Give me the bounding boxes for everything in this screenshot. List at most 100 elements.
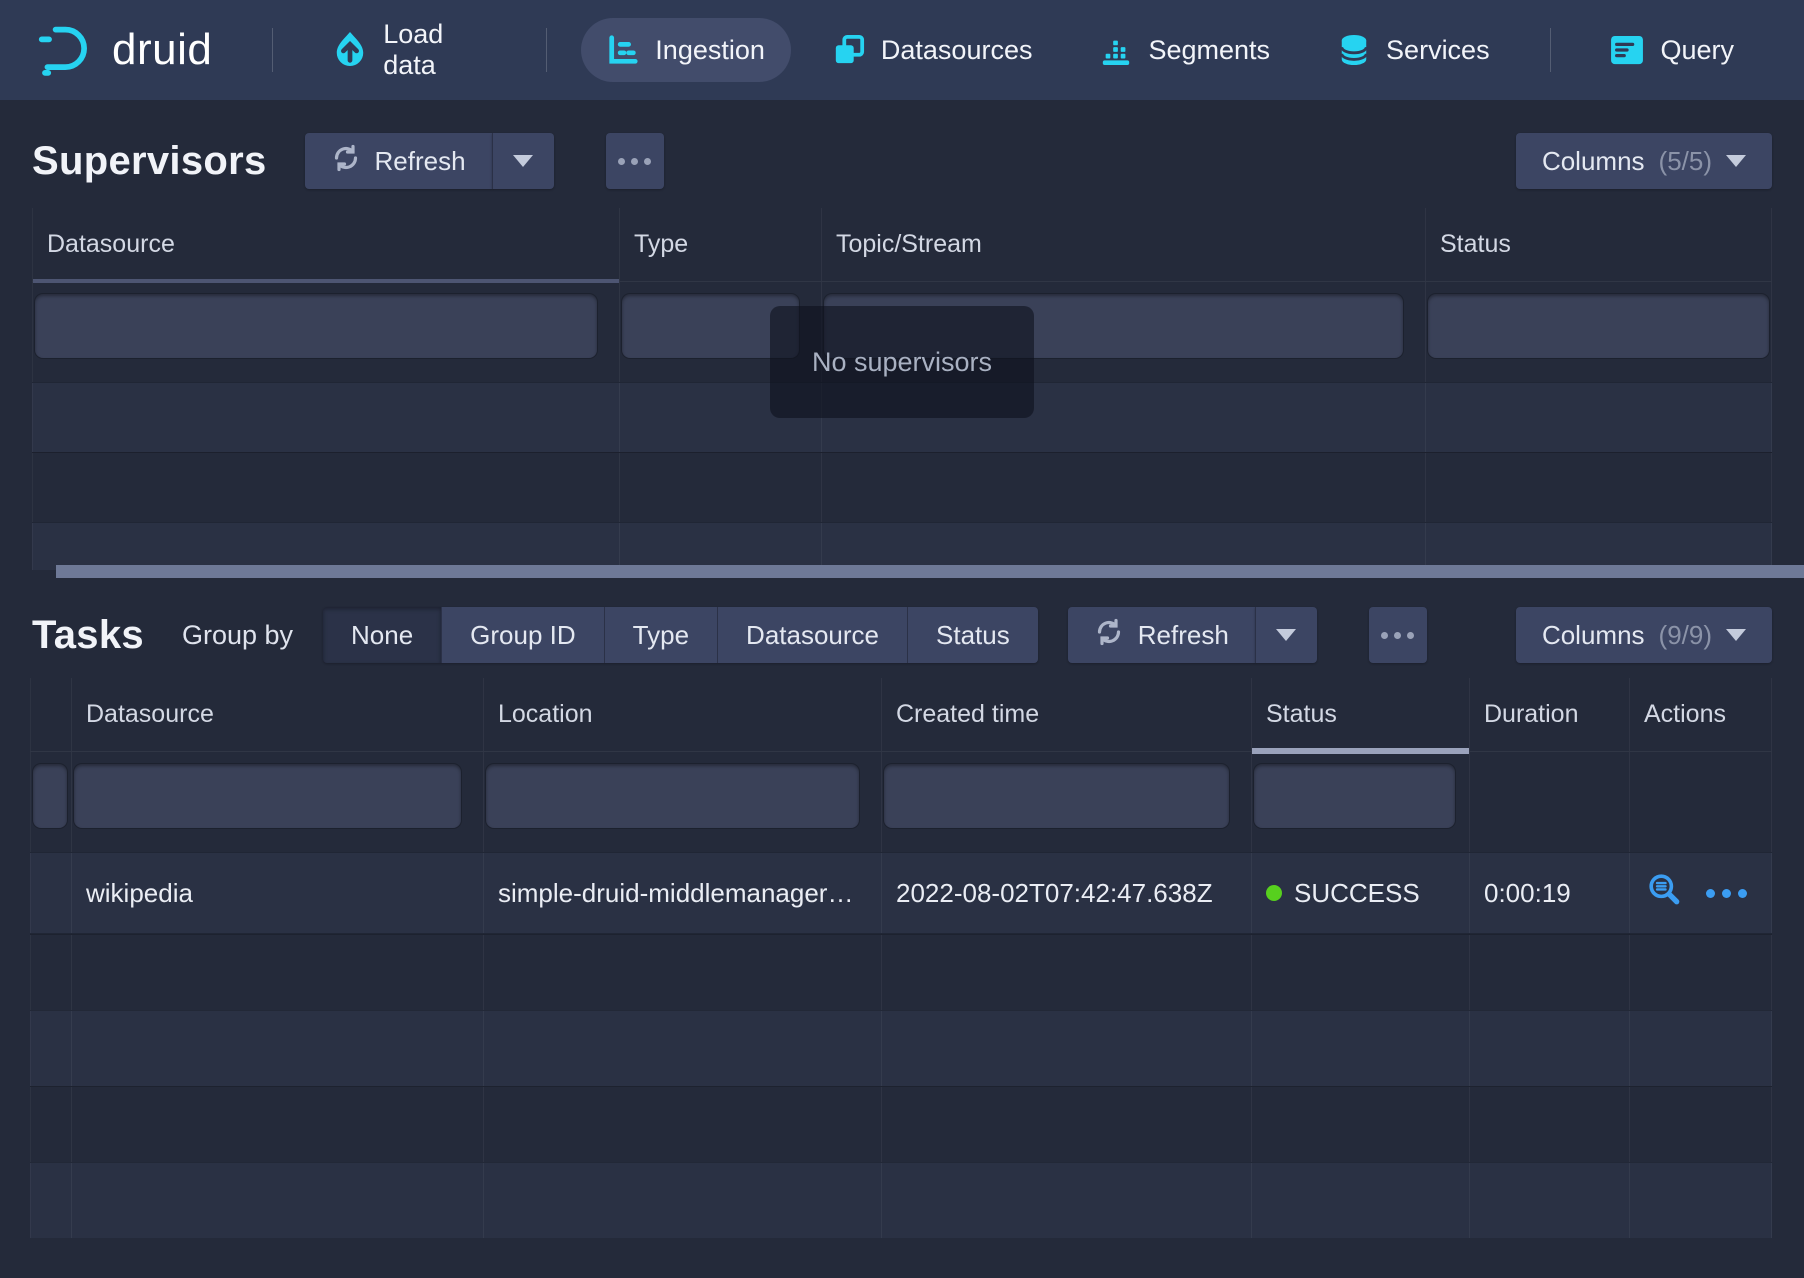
upload-icon — [333, 31, 367, 69]
empty-table-row — [30, 1162, 1772, 1238]
refresh-button[interactable]: Refresh — [305, 133, 492, 189]
nav-divider — [272, 28, 273, 72]
columns-count: (9/9) — [1659, 620, 1712, 651]
refresh-button[interactable]: Refresh — [1068, 607, 1255, 663]
group-by-datasource-button[interactable]: Datasource — [718, 607, 908, 663]
nav-label: Services — [1386, 35, 1490, 66]
tasks-section: Tasks Group by None Group ID Type Dataso… — [0, 578, 1804, 1238]
refresh-label: Refresh — [375, 146, 466, 177]
refresh-dropdown-button[interactable] — [492, 133, 554, 189]
row-more-actions-icon[interactable] — [1706, 889, 1747, 898]
supervisors-toolbar: Supervisors Refresh — [32, 100, 1772, 194]
group-by-segmented-control: None Group ID Type Datasource Status — [323, 607, 1038, 663]
column-header-duration[interactable]: Duration — [1470, 678, 1630, 751]
druid-console: druid Load data — [0, 0, 1804, 1278]
columns-count: (5/5) — [1659, 146, 1712, 177]
supervisors-title: Supervisors — [32, 139, 267, 184]
caret-down-icon — [1276, 629, 1296, 641]
group-by-type-button[interactable]: Type — [605, 607, 718, 663]
group-by-status-button[interactable]: Status — [908, 607, 1038, 663]
filter-input-status[interactable] — [1254, 764, 1455, 828]
column-header-topic-stream[interactable]: Topic/Stream — [822, 208, 1426, 281]
supervisors-refresh-split-button: Refresh — [305, 133, 554, 189]
more-ellipsis-icon — [1381, 632, 1388, 639]
filter-input-location[interactable] — [486, 764, 859, 828]
nav-item-services[interactable]: Services — [1312, 17, 1516, 83]
task-location: simple-druid-middlemanager… — [484, 853, 882, 933]
druid-logo-icon — [36, 23, 98, 77]
filter-input-blank[interactable] — [33, 764, 67, 828]
group-by-group-id-button[interactable]: Group ID — [442, 607, 605, 663]
column-header-created-time[interactable]: Created time — [882, 678, 1252, 751]
segments-icon — [1100, 34, 1132, 66]
column-header-datasource[interactable]: Datasource — [32, 208, 620, 281]
task-status: SUCCESS — [1252, 853, 1470, 933]
status-text: SUCCESS — [1294, 878, 1420, 909]
tasks-columns-button[interactable]: Columns (9/9) — [1516, 607, 1772, 663]
nav-label: Segments — [1148, 35, 1270, 66]
tasks-title: Tasks — [32, 613, 144, 658]
top-navbar: druid Load data — [0, 0, 1804, 100]
nav-label: Datasources — [881, 35, 1033, 66]
task-duration: 0:00:19 — [1470, 853, 1630, 933]
caret-down-icon — [1726, 155, 1746, 167]
nav-label: Query — [1660, 35, 1734, 66]
druid-logo[interactable]: druid — [36, 23, 212, 77]
supervisors-columns-button[interactable]: Columns (5/5) — [1516, 133, 1772, 189]
group-by-none-button[interactable]: None — [323, 607, 442, 663]
column-header-blank — [30, 678, 72, 751]
supervisors-section: Supervisors Refresh — [0, 100, 1804, 578]
services-icon — [1338, 33, 1370, 67]
caret-down-icon — [1726, 629, 1746, 641]
nav-item-ingestion[interactable]: Ingestion — [581, 18, 791, 82]
refresh-label: Refresh — [1138, 620, 1229, 651]
filter-input-status[interactable] — [1428, 294, 1769, 358]
tasks-filter-row — [30, 752, 1772, 852]
tasks-header-row: Datasource Location Created time Status … — [30, 678, 1772, 752]
nav-item-segments[interactable]: Segments — [1074, 18, 1296, 82]
column-header-datasource[interactable]: Datasource — [72, 678, 484, 751]
nav-divider — [1550, 28, 1551, 72]
nav-item-query[interactable]: Query — [1584, 19, 1760, 82]
nav-item-load-data[interactable]: Load data — [307, 3, 512, 97]
group-by-label: Group by — [182, 620, 293, 651]
tasks-toolbar: Tasks Group by None Group ID Type Dataso… — [32, 578, 1772, 668]
ingestion-icon — [607, 34, 639, 66]
empty-table-row — [32, 452, 1772, 522]
empty-table-row — [30, 934, 1772, 1010]
column-header-status[interactable]: Status — [1252, 678, 1470, 751]
task-actions — [1630, 853, 1772, 933]
nav-item-datasources[interactable]: Datasources — [807, 18, 1059, 82]
empty-table-row — [30, 1010, 1772, 1086]
refresh-icon — [1094, 617, 1124, 654]
tasks-more-button[interactable] — [1369, 607, 1427, 663]
tasks-refresh-split-button: Refresh — [1068, 607, 1317, 663]
empty-table-row — [32, 522, 1772, 570]
tasks-table: Datasource Location Created time Status … — [30, 678, 1772, 1238]
column-header-status[interactable]: Status — [1426, 208, 1772, 281]
empty-message: No supervisors — [812, 347, 992, 378]
empty-table-row — [30, 1086, 1772, 1162]
column-header-actions[interactable]: Actions — [1630, 678, 1772, 751]
logo-text: druid — [112, 25, 212, 75]
no-supervisors-overlay: No supervisors — [770, 306, 1034, 418]
column-header-location[interactable]: Location — [484, 678, 882, 751]
columns-label: Columns — [1542, 620, 1645, 651]
filter-input-datasource[interactable] — [35, 294, 597, 358]
supervisors-table: Datasource Type Topic/Stream Status — [32, 208, 1772, 570]
columns-label: Columns — [1542, 146, 1645, 177]
filter-input-datasource[interactable] — [74, 764, 461, 828]
task-row-wikipedia[interactable]: wikipedia simple-druid-middlemanager… 20… — [30, 852, 1772, 934]
more-ellipsis-icon — [618, 158, 625, 165]
task-datasource: wikipedia — [72, 853, 484, 933]
supervisors-more-button[interactable] — [606, 133, 664, 189]
column-header-type[interactable]: Type — [620, 208, 822, 281]
nav-label: Ingestion — [655, 35, 765, 66]
nav-label: Load data — [383, 19, 486, 81]
horizontal-scrollbar[interactable] — [56, 565, 1804, 578]
refresh-icon — [331, 143, 361, 180]
query-icon — [1610, 35, 1644, 65]
view-logs-icon[interactable] — [1648, 873, 1682, 914]
filter-input-created-time[interactable] — [884, 764, 1229, 828]
refresh-dropdown-button[interactable] — [1255, 607, 1317, 663]
